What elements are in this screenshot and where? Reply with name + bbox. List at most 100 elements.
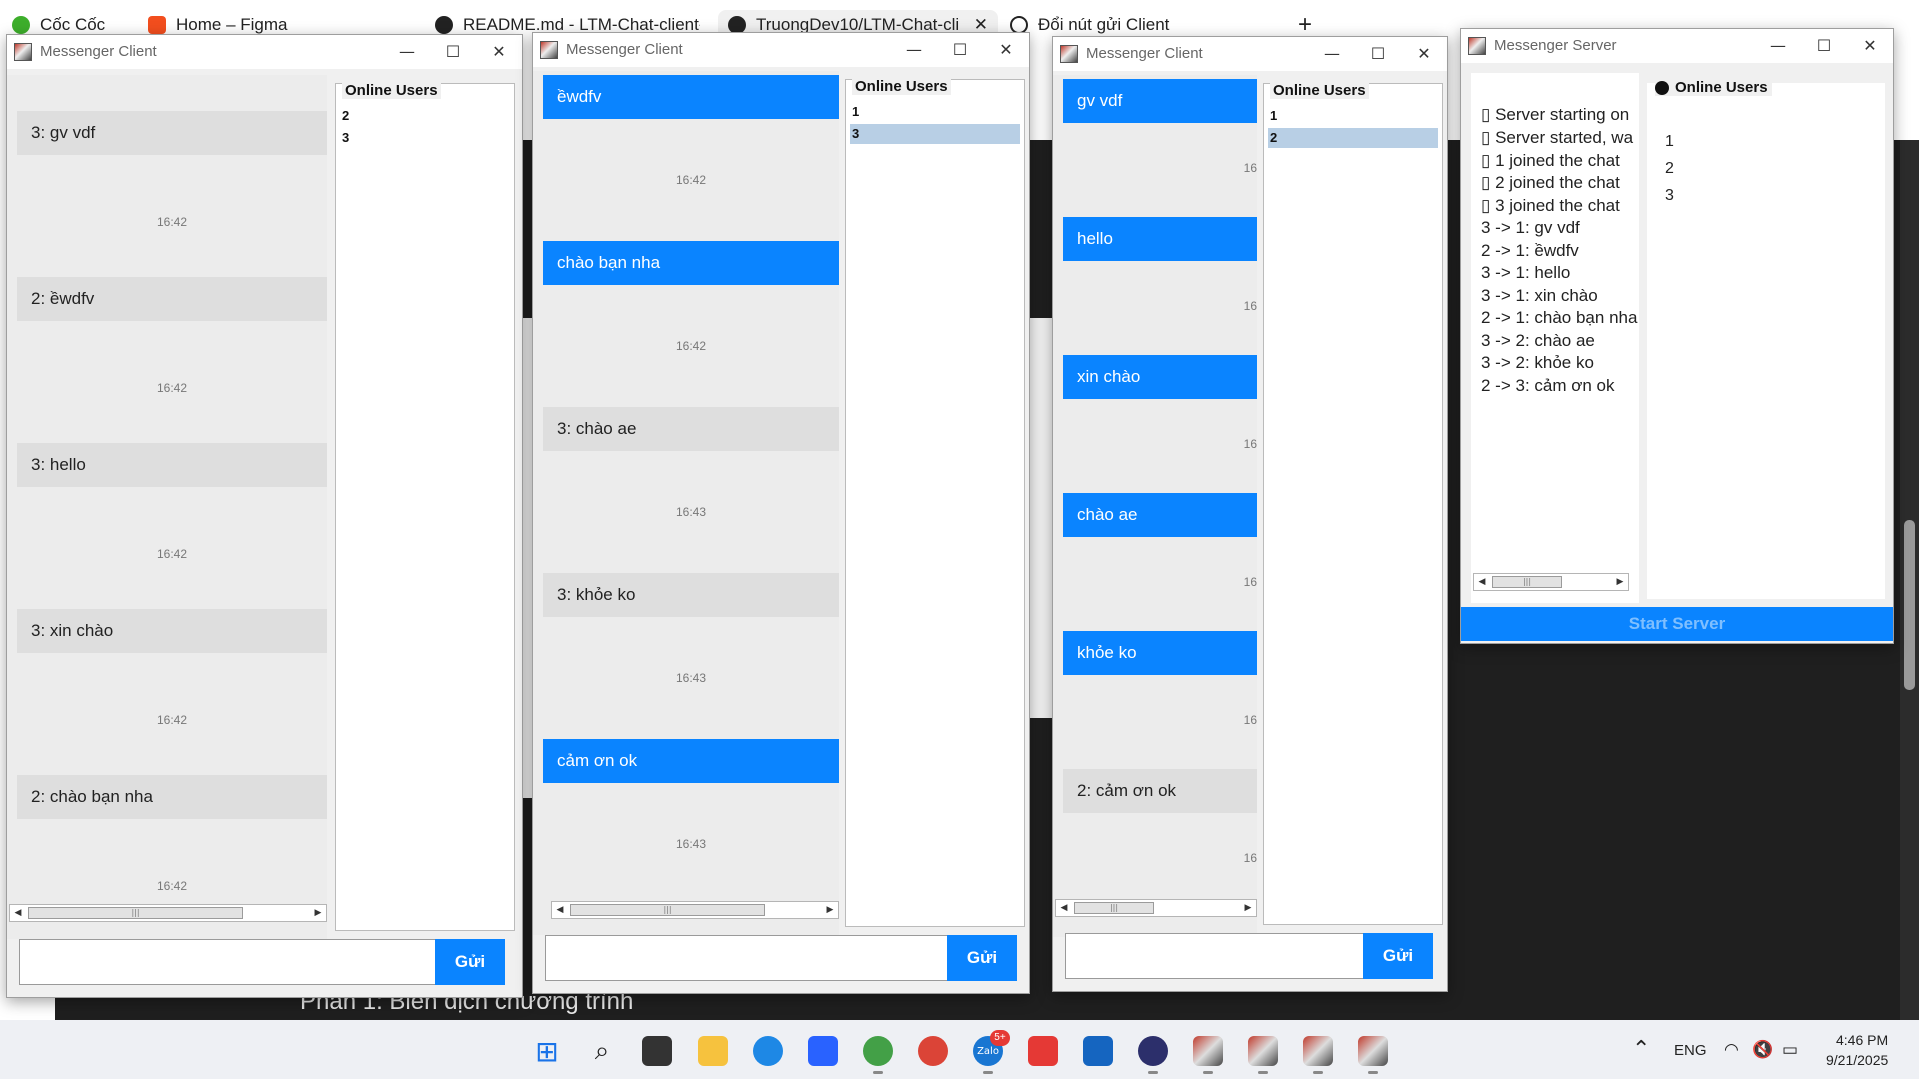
user-item[interactable]: 2 xyxy=(1665,160,1674,178)
maximize-icon[interactable]: ☐ xyxy=(1801,31,1847,61)
scroll-left-icon[interactable]: ◀ xyxy=(552,902,568,918)
chat-area[interactable]: gv vdf 16 hello 16 xin chào 16 chào ae 1… xyxy=(1053,75,1257,937)
client-window-2: Messenger Client — ☐ ✕ ềwdfv 16:42 chào … xyxy=(532,32,1030,994)
edge-icon[interactable] xyxy=(753,1036,783,1066)
wps-icon[interactable] xyxy=(1028,1036,1058,1066)
window-title: Messenger Client xyxy=(1086,45,1203,62)
message-time: 16:42 xyxy=(156,381,188,395)
store-icon[interactable] xyxy=(808,1036,838,1066)
maximize-icon[interactable]: ☐ xyxy=(430,37,476,67)
horizontal-scrollbar[interactable]: ◀ ||| ▶ xyxy=(1473,573,1629,591)
log-line: 2 -> 1: ềwdfv xyxy=(1481,241,1579,260)
clock-time[interactable]: 4:46 PM xyxy=(1836,1032,1888,1048)
scroll-right-icon[interactable]: ▶ xyxy=(822,902,838,918)
start-server-button[interactable]: Start Server xyxy=(1461,607,1893,641)
title-bar[interactable]: Messenger Client — ☐ ✕ xyxy=(533,33,1029,67)
user-item[interactable]: 3 xyxy=(1665,187,1674,205)
message-input[interactable] xyxy=(545,935,951,981)
task-view-icon[interactable] xyxy=(642,1036,672,1066)
server-log[interactable]: ▯ Server starting on ▯ Server started, w… xyxy=(1471,73,1639,603)
server-window: Messenger Server — ☐ ✕ ▯ Server starting… xyxy=(1460,28,1894,644)
running-indicator xyxy=(983,1071,993,1074)
message-input[interactable] xyxy=(1065,933,1371,979)
speaker-muted-icon[interactable]: 🔇 xyxy=(1752,1040,1773,1060)
title-bar[interactable]: Messenger Client — ☐ ✕ xyxy=(7,35,522,69)
scroll-right-icon[interactable]: ▶ xyxy=(1612,574,1628,590)
user-item[interactable]: 1 xyxy=(1665,133,1674,151)
scroll-right-icon[interactable]: ▶ xyxy=(310,905,326,921)
close-icon[interactable]: ✕ xyxy=(476,37,522,67)
horizontal-scrollbar[interactable]: ◀ ||| ▶ xyxy=(9,904,327,922)
server-online-users[interactable]: Online Users 1 2 3 xyxy=(1647,79,1885,599)
message-time: 16 xyxy=(1243,851,1257,865)
message-bubble: 3: gv vdf xyxy=(17,111,327,155)
clock-date[interactable]: 9/21/2025 xyxy=(1826,1052,1888,1068)
message-time: 16 xyxy=(1243,437,1257,451)
tab-label: Home – Figma xyxy=(176,15,288,34)
minimize-icon[interactable]: — xyxy=(384,37,430,67)
scrollbar-thumb[interactable]: ||| xyxy=(570,904,765,916)
message-time: 16:42 xyxy=(156,713,188,727)
chat-area[interactable]: ềwdfv 16:42 chào bạn nha 16:42 3: chào a… xyxy=(533,71,839,935)
online-users-list[interactable]: Online Users 1 3 xyxy=(845,78,1025,927)
user-item[interactable]: 2 xyxy=(340,106,510,126)
java-app-taskbar-icon[interactable] xyxy=(1248,1036,1278,1066)
user-item[interactable]: 1 xyxy=(850,102,1020,122)
minimize-icon[interactable]: — xyxy=(1755,31,1801,61)
scrollbar-thumb[interactable]: ||| xyxy=(1074,902,1154,914)
horizontal-scrollbar[interactable]: ◀ ||| ▶ xyxy=(1055,899,1257,917)
close-icon[interactable]: ✕ xyxy=(983,35,1029,65)
file-explorer-icon[interactable] xyxy=(698,1036,728,1066)
maximize-icon[interactable]: ☐ xyxy=(1355,39,1401,69)
minimize-icon[interactable]: — xyxy=(1309,39,1355,69)
scrollbar-thumb[interactable] xyxy=(1904,520,1915,690)
java-app-taskbar-icon[interactable] xyxy=(1303,1036,1333,1066)
search-icon[interactable]: ⌕ xyxy=(587,1036,617,1066)
scroll-left-icon[interactable]: ◀ xyxy=(1056,900,1072,916)
title-bar[interactable]: Messenger Server — ☐ ✕ xyxy=(1461,29,1893,63)
status-dot-icon xyxy=(1655,80,1669,95)
send-button[interactable]: Gửi xyxy=(1363,933,1433,979)
chat-area[interactable]: 3: gv vdf 16:42 2: ềwdfv 16:42 3: hello … xyxy=(7,75,327,939)
scroll-left-icon[interactable]: ◀ xyxy=(10,905,26,921)
chrome-icon[interactable] xyxy=(918,1036,948,1066)
user-item-selected[interactable]: 2 xyxy=(1268,128,1438,148)
windows-start-icon[interactable]: ⊞ xyxy=(532,1035,562,1068)
battery-icon[interactable]: ▭ xyxy=(1782,1040,1798,1060)
online-users-list[interactable]: Online Users 2 3 xyxy=(335,82,515,931)
scroll-left-icon[interactable]: ◀ xyxy=(1474,574,1490,590)
tab-label: Đổi nút gửi Client xyxy=(1038,15,1170,34)
outlook-icon[interactable] xyxy=(1083,1036,1113,1066)
eclipse-icon[interactable] xyxy=(1138,1036,1168,1066)
window-title: Messenger Server xyxy=(1494,37,1617,54)
java-app-taskbar-icon[interactable] xyxy=(1358,1036,1388,1066)
maximize-icon[interactable]: ☐ xyxy=(937,35,983,65)
wifi-icon[interactable]: ◠ xyxy=(1724,1040,1739,1060)
scrollbar-thumb[interactable]: ||| xyxy=(28,907,243,919)
log-line: ▯ 2 joined the chat xyxy=(1481,173,1620,192)
scrollbar-thumb[interactable]: ||| xyxy=(1492,576,1562,588)
online-users-list[interactable]: Online Users 1 2 xyxy=(1263,82,1443,925)
java-app-icon xyxy=(14,43,32,61)
user-item[interactable]: 3 xyxy=(340,128,510,148)
users-frame: Online Users 2 3 xyxy=(329,75,519,959)
tray-chevron-up-icon[interactable]: ⌃ xyxy=(1632,1036,1650,1062)
message-input[interactable] xyxy=(19,939,439,985)
page-scrollbar[interactable] xyxy=(1900,140,1919,1020)
title-bar[interactable]: Messenger Client — ☐ ✕ xyxy=(1053,37,1447,71)
send-button[interactable]: Gửi xyxy=(947,935,1017,981)
message-bubble: 2: ềwdfv xyxy=(17,277,327,321)
java-app-taskbar-icon[interactable] xyxy=(1193,1036,1223,1066)
close-icon[interactable]: ✕ xyxy=(1401,39,1447,69)
user-item[interactable]: 1 xyxy=(1268,106,1438,126)
close-icon[interactable]: ✕ xyxy=(1847,31,1893,61)
send-button[interactable]: Gửi xyxy=(435,939,505,985)
horizontal-scrollbar[interactable]: ◀ ||| ▶ xyxy=(551,901,839,919)
language-indicator[interactable]: ENG xyxy=(1674,1042,1707,1059)
log-line: 3 -> 1: gv vdf xyxy=(1481,218,1580,237)
coccoc-taskbar-icon[interactable] xyxy=(863,1036,893,1066)
minimize-icon[interactable]: — xyxy=(891,35,937,65)
message-bubble: 2: cảm ơn ok xyxy=(1063,769,1257,813)
user-item-selected[interactable]: 3 xyxy=(850,124,1020,144)
scroll-right-icon[interactable]: ▶ xyxy=(1240,900,1256,916)
